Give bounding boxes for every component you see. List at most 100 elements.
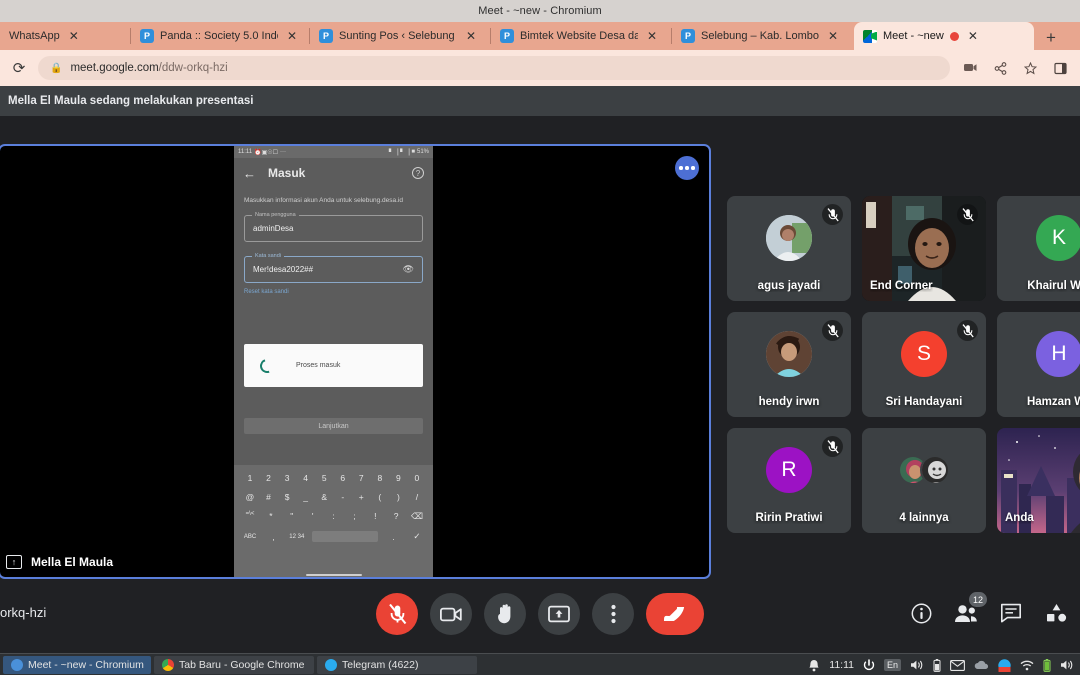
backspace-icon[interactable]: ⌫ bbox=[409, 511, 425, 522]
key-apostrophe[interactable]: ' bbox=[305, 511, 321, 522]
people-button[interactable]: 12 bbox=[954, 592, 987, 625]
tray-clock[interactable]: 11:11 bbox=[829, 659, 854, 671]
more-options-button[interactable] bbox=[592, 593, 634, 635]
browser-tab-whatsapp[interactable]: WhatsApp ✕ bbox=[0, 22, 130, 50]
activities-button[interactable] bbox=[1044, 601, 1068, 625]
key-fraction[interactable]: 12 34 bbox=[289, 534, 305, 540]
eye-icon[interactable]: 👁 bbox=[403, 264, 414, 275]
participant-tile[interactable]: S Sri Handayani bbox=[862, 312, 986, 417]
battery-icon[interactable] bbox=[933, 658, 941, 672]
participant-tile[interactable]: R Ririn Pratiwi bbox=[727, 428, 851, 533]
participant-name: End Corner bbox=[870, 280, 933, 292]
participant-tile[interactable]: H Hamzan Wa bbox=[997, 312, 1080, 417]
meeting-details-button[interactable] bbox=[909, 601, 933, 625]
app-icon[interactable] bbox=[998, 658, 1011, 672]
presentation-stage[interactable]: 11:11 ⏰▣☉☐ ··· ▘▕ ▘▕ ■ 51% ← Masuk ? Mas… bbox=[0, 144, 711, 579]
tab-close-icon[interactable]: ✕ bbox=[463, 28, 479, 44]
wifi-icon[interactable] bbox=[1020, 660, 1034, 671]
key-paren-close[interactable]: ) bbox=[390, 492, 406, 502]
volume-icon[interactable] bbox=[910, 659, 924, 671]
key-plus[interactable]: + bbox=[353, 492, 369, 502]
browser-tab-selebung[interactable]: P Selebung – Kab. Lombok ✕ bbox=[672, 22, 854, 50]
password-field[interactable]: Kata sandi Mer!desa2022## 👁 bbox=[244, 252, 423, 283]
tab-close-icon[interactable]: ✕ bbox=[825, 28, 841, 44]
taskbar-item-chromium[interactable]: Meet - ~new - Chromium bbox=[3, 655, 151, 674]
mail-icon[interactable] bbox=[950, 659, 965, 671]
participant-tile-more[interactable]: 4 lainnya bbox=[862, 428, 986, 533]
keyboard-layout-indicator[interactable]: En bbox=[883, 659, 901, 671]
key-4[interactable]: 4 bbox=[298, 473, 314, 483]
bell-icon[interactable] bbox=[808, 659, 820, 672]
tab-close-icon[interactable]: ✕ bbox=[644, 28, 660, 44]
key-hash[interactable]: # bbox=[261, 492, 277, 502]
key-colon[interactable]: : bbox=[326, 511, 342, 522]
share-icon[interactable] bbox=[990, 61, 1010, 75]
more-options-icon[interactable] bbox=[675, 156, 699, 180]
participant-tile[interactable]: agus jayadi bbox=[727, 196, 851, 301]
key-period[interactable]: . bbox=[386, 532, 402, 542]
cast-icon[interactable] bbox=[960, 63, 980, 73]
help-icon[interactable]: ? bbox=[412, 167, 424, 179]
raise-hand-button[interactable] bbox=[484, 593, 526, 635]
key-quote[interactable]: " bbox=[284, 511, 300, 522]
key-question[interactable]: ? bbox=[388, 511, 404, 522]
camera-button[interactable] bbox=[430, 593, 472, 635]
taskbar-item-telegram[interactable]: Telegram (4622) bbox=[317, 655, 477, 674]
key-asterisk[interactable]: * bbox=[263, 511, 279, 522]
key-5[interactable]: 5 bbox=[316, 473, 332, 483]
key-8[interactable]: 8 bbox=[372, 473, 388, 483]
key-3[interactable]: 3 bbox=[279, 473, 295, 483]
taskbar-item-chrome[interactable]: Tab Baru - Google Chrome bbox=[154, 655, 314, 674]
key-exclamation[interactable]: ! bbox=[367, 511, 383, 522]
chat-button[interactable] bbox=[999, 601, 1023, 625]
continue-button[interactable]: Lanjutkan bbox=[244, 418, 423, 434]
back-arrow-icon[interactable]: ← bbox=[243, 166, 256, 181]
key-abc-toggle[interactable]: ABC bbox=[242, 534, 258, 540]
reload-icon[interactable]: ⟳ bbox=[10, 59, 28, 77]
browser-tab-bimtek[interactable]: P Bimtek Website Desa dan ✕ bbox=[491, 22, 671, 50]
power-icon[interactable] bbox=[863, 659, 875, 671]
address-bar[interactable]: 🔒 meet.google.com/ddw-orkq-hzi bbox=[38, 56, 950, 80]
battery-full-icon[interactable] bbox=[1043, 658, 1051, 672]
key-2[interactable]: 2 bbox=[261, 473, 277, 483]
key-enter[interactable]: ✓ bbox=[409, 531, 425, 542]
key-1[interactable]: 1 bbox=[242, 473, 258, 483]
key-paren-open[interactable]: ( bbox=[372, 492, 388, 502]
key-spacebar[interactable] bbox=[312, 531, 379, 542]
key-semicolon[interactable]: ; bbox=[346, 511, 362, 522]
key-6[interactable]: 6 bbox=[335, 473, 351, 483]
phone-keyboard[interactable]: 1 2 3 4 5 6 7 8 9 0 @ # $ _ & - + () / … bbox=[234, 465, 433, 577]
key-dollar[interactable]: $ bbox=[279, 492, 295, 502]
reset-password-link[interactable]: Reset kata sandi bbox=[244, 289, 423, 295]
microphone-off-button[interactable] bbox=[376, 593, 418, 635]
new-tab-button[interactable]: + bbox=[1038, 24, 1064, 50]
tab-close-icon[interactable]: ✕ bbox=[66, 28, 82, 44]
present-screen-button[interactable] bbox=[538, 593, 580, 635]
key-9[interactable]: 9 bbox=[390, 473, 406, 483]
username-field[interactable]: Nama pengguna adminDesa bbox=[244, 211, 423, 242]
key-at[interactable]: @ bbox=[242, 492, 258, 502]
browser-tab-panda[interactable]: P Panda :: Society 5.0 Indon ✕ bbox=[131, 22, 309, 50]
browser-tab-sunting-pos[interactable]: P Sunting Pos ‹ Selebung – ✕ bbox=[310, 22, 490, 50]
key-dash[interactable]: - bbox=[335, 492, 351, 502]
key-slash[interactable]: / bbox=[409, 492, 425, 502]
participant-tile-self[interactable]: Anda bbox=[997, 428, 1080, 533]
participant-tile[interactable]: End Corner bbox=[862, 196, 986, 301]
sidepanel-icon[interactable] bbox=[1050, 62, 1070, 75]
end-call-button[interactable] bbox=[646, 593, 704, 635]
participant-tile[interactable]: K Khairul Wat bbox=[997, 196, 1080, 301]
key-underscore[interactable]: _ bbox=[298, 492, 314, 502]
tab-close-icon[interactable]: ✕ bbox=[284, 28, 300, 44]
key-comma[interactable]: , bbox=[265, 532, 281, 542]
key-7[interactable]: 7 bbox=[353, 473, 369, 483]
key-symbols-toggle[interactable]: =\< bbox=[242, 511, 258, 522]
participant-tile[interactable]: hendy irwn bbox=[727, 312, 851, 417]
volume-icon-2[interactable] bbox=[1060, 659, 1074, 671]
keyboard-row-bottom: ABC , 12 34 . ✓ bbox=[238, 531, 429, 542]
tab-close-icon[interactable]: ✕ bbox=[965, 28, 981, 44]
key-0[interactable]: 0 bbox=[409, 473, 425, 483]
key-ampersand[interactable]: & bbox=[316, 492, 332, 502]
cloud-icon[interactable] bbox=[974, 660, 989, 670]
bookmark-star-icon[interactable] bbox=[1020, 61, 1040, 75]
browser-tab-meet[interactable]: Meet - ~new ✕ bbox=[854, 22, 1034, 50]
